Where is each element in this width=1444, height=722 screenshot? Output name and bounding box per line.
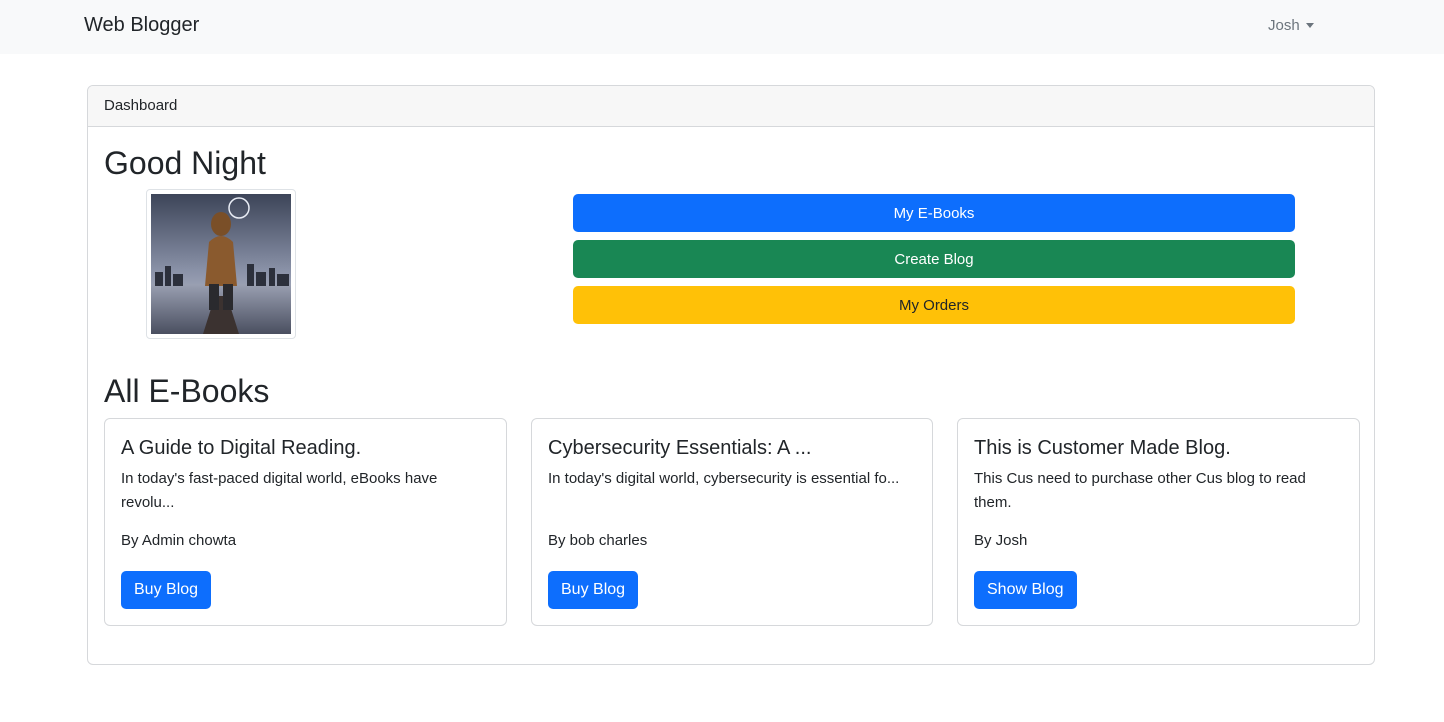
ebook-title: A Guide to Digital Reading. [121, 437, 362, 459]
ebook-excerpt: In today's digital world, cybersecurity … [548, 470, 900, 487]
dashboard-header: Dashboard [88, 86, 1374, 127]
ebook-excerpt: This Cus need to purchase other Cus blog… [974, 470, 1306, 511]
ebook-excerpt: In today's fast-paced digital world, eBo… [121, 470, 438, 511]
top-navbar: Web Blogger Josh [0, 0, 1444, 54]
caret-down-icon [1305, 23, 1314, 28]
ebook-author: By bob charles [548, 532, 648, 549]
buy-blog-button[interactable]: Buy Blog [121, 571, 212, 609]
show-blog-button[interactable]: Show Blog [974, 571, 1077, 609]
all-ebooks-heading: All E-Books [104, 373, 270, 409]
profile-image [146, 189, 296, 339]
create-blog-button[interactable]: Create Blog [573, 240, 1295, 278]
my-orders-button[interactable]: My Orders [573, 286, 1295, 324]
my-ebooks-button[interactable]: My E-Books [573, 194, 1295, 232]
ebook-author: By Admin chowta [121, 532, 237, 549]
buy-blog-button[interactable]: Buy Blog [548, 571, 639, 609]
ebook-title: This is Customer Made Blog. [974, 437, 1231, 459]
greeting-heading: Good Night [104, 145, 266, 181]
ebook-card: Cybersecurity Essentials: A ... In today… [531, 418, 933, 626]
ebook-author: By Josh [974, 532, 1028, 549]
user-name: Josh [1268, 17, 1300, 34]
brand-link[interactable]: Web Blogger [84, 14, 199, 37]
user-dropdown[interactable]: Josh [1268, 17, 1314, 34]
ebook-card: A Guide to Digital Reading. In today's f… [104, 418, 507, 626]
ebook-card: This is Customer Made Blog. This Cus nee… [957, 418, 1360, 626]
ebook-title: Cybersecurity Essentials: A ... [548, 437, 812, 459]
profile-photo-icon [151, 194, 291, 334]
dashboard-card: Dashboard Good Night My E-Books Create B… [87, 85, 1375, 665]
